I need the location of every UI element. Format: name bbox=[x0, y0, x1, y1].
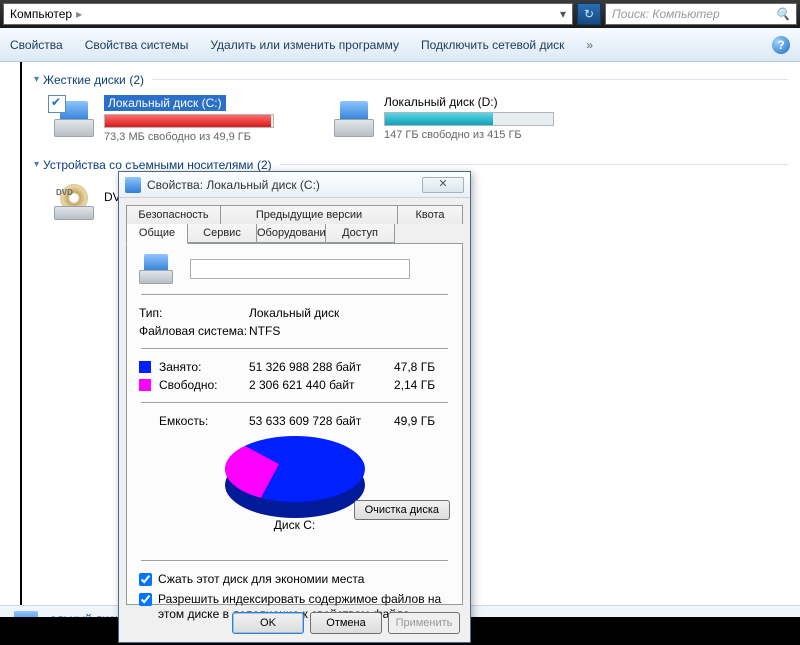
type-value: Локальный диск bbox=[249, 306, 339, 320]
sidebar-fragment: ий об ени гру ый д og bbox=[0, 62, 20, 605]
tab-hardware[interactable]: Оборудование bbox=[257, 224, 326, 243]
free-gb: 2,14 ГБ bbox=[394, 378, 450, 392]
tab-sharing[interactable]: Доступ bbox=[326, 224, 395, 243]
cap-bytes: 53 633 609 728 байт bbox=[249, 414, 361, 428]
drive-icon bbox=[54, 101, 94, 137]
fs-value: NTFS bbox=[249, 324, 280, 338]
free-swatch bbox=[139, 379, 151, 391]
address-bar: Компьютер ▸ ▾ ↻ Поиск: Компьютер 🔍 bbox=[0, 0, 800, 28]
properties-dialog: Свойства: Локальный диск (C:) ✕ Безопасн… bbox=[118, 171, 471, 643]
compress-checkbox-input[interactable] bbox=[139, 573, 152, 586]
search-placeholder: Поиск: Компьютер bbox=[612, 7, 720, 21]
drive-c[interactable]: Локальный диск (C:) 73,3 МБ свободно из … bbox=[54, 95, 294, 143]
capacity-bar bbox=[384, 112, 554, 126]
dialog-titlebar[interactable]: Свойства: Локальный диск (C:) ✕ bbox=[119, 172, 470, 198]
drive-icon bbox=[334, 101, 374, 137]
search-input[interactable]: Поиск: Компьютер 🔍 bbox=[605, 3, 797, 25]
dvd-icon: DVD bbox=[54, 184, 94, 220]
breadcrumb-root[interactable]: Компьютер bbox=[10, 7, 72, 21]
ok-button[interactable]: OK bbox=[232, 612, 304, 634]
index-checkbox-input[interactable] bbox=[139, 593, 152, 606]
tab-general[interactable]: Общие bbox=[126, 224, 188, 244]
collapse-icon[interactable]: ▾ bbox=[34, 74, 39, 85]
tab-tools[interactable]: Сервис bbox=[188, 224, 257, 243]
capacity-bar bbox=[104, 114, 274, 128]
drive-name: Локальный диск (C:) bbox=[104, 95, 226, 111]
help-icon[interactable]: ? bbox=[772, 36, 790, 54]
drive-d[interactable]: Локальный диск (D:) 147 ГБ свободно из 4… bbox=[334, 95, 574, 143]
breadcrumb-dropdown-icon[interactable]: ▾ bbox=[560, 7, 566, 21]
refresh-button[interactable]: ↻ bbox=[577, 3, 601, 25]
toolbar-overflow[interactable]: » bbox=[586, 38, 593, 52]
drive-free-text: 147 ГБ свободно из 415 ГБ bbox=[384, 129, 574, 141]
toolbar-system-properties[interactable]: Свойства системы bbox=[85, 38, 189, 52]
group-count: (2) bbox=[129, 73, 144, 87]
apply-button[interactable]: Применить bbox=[388, 612, 460, 634]
used-swatch bbox=[139, 361, 151, 373]
close-button[interactable]: ✕ bbox=[422, 177, 464, 193]
pie-label: Диск C: bbox=[139, 518, 450, 532]
breadcrumb-box[interactable]: Компьютер ▸ ▾ bbox=[3, 3, 573, 25]
group-count: (2) bbox=[257, 158, 272, 172]
toolbar-uninstall[interactable]: Удалить или изменить программу bbox=[210, 38, 399, 52]
free-bytes: 2 306 621 440 байт bbox=[249, 378, 355, 392]
group-hard-disks[interactable]: ▾ Жесткие диски (2) bbox=[34, 72, 788, 87]
usage-pie-chart bbox=[225, 436, 365, 516]
toolbar-properties[interactable]: Свойства bbox=[10, 38, 63, 52]
drive-free-text: 73,3 МБ свободно из 49,9 ГБ bbox=[104, 131, 294, 143]
toolbar-map-drive[interactable]: Подключить сетевой диск bbox=[421, 38, 564, 52]
disk-cleanup-button[interactable]: Очистка диска bbox=[354, 500, 450, 520]
refresh-icon: ↻ bbox=[584, 7, 594, 21]
cap-gb: 49,9 ГБ bbox=[394, 414, 450, 428]
breadcrumb-separator-icon: ▸ bbox=[76, 7, 82, 21]
used-gb: 47,8 ГБ bbox=[394, 360, 450, 374]
group-title: Устройства со съемными носителями bbox=[43, 158, 253, 172]
group-removable[interactable]: ▾ Устройства со съемными носителями (2) bbox=[34, 157, 788, 172]
dialog-title: Свойства: Локальный диск (C:) bbox=[147, 178, 320, 192]
collapse-icon[interactable]: ▾ bbox=[34, 159, 39, 170]
tab-previous-versions[interactable]: Предыдущие версии bbox=[221, 205, 398, 224]
cancel-button[interactable]: Отмена bbox=[310, 612, 382, 634]
search-icon: 🔍 bbox=[775, 7, 790, 21]
used-bytes: 51 326 988 288 байт bbox=[249, 360, 361, 374]
group-title: Жесткие диски bbox=[43, 73, 126, 87]
drive-name: Локальный диск (D:) bbox=[384, 95, 574, 109]
drive-label-input[interactable] bbox=[190, 259, 410, 279]
tab-panel-general: Тип:Локальный диск Файловая система:NTFS… bbox=[126, 243, 463, 605]
drive-icon bbox=[139, 254, 173, 284]
tab-quota[interactable]: Квота bbox=[398, 205, 463, 224]
tab-security[interactable]: Безопасность bbox=[126, 205, 221, 224]
command-toolbar: Свойства Свойства системы Удалить или из… bbox=[0, 28, 800, 62]
compress-checkbox[interactable]: Сжать этот диск для экономии места bbox=[139, 572, 450, 588]
dialog-icon bbox=[125, 177, 141, 193]
